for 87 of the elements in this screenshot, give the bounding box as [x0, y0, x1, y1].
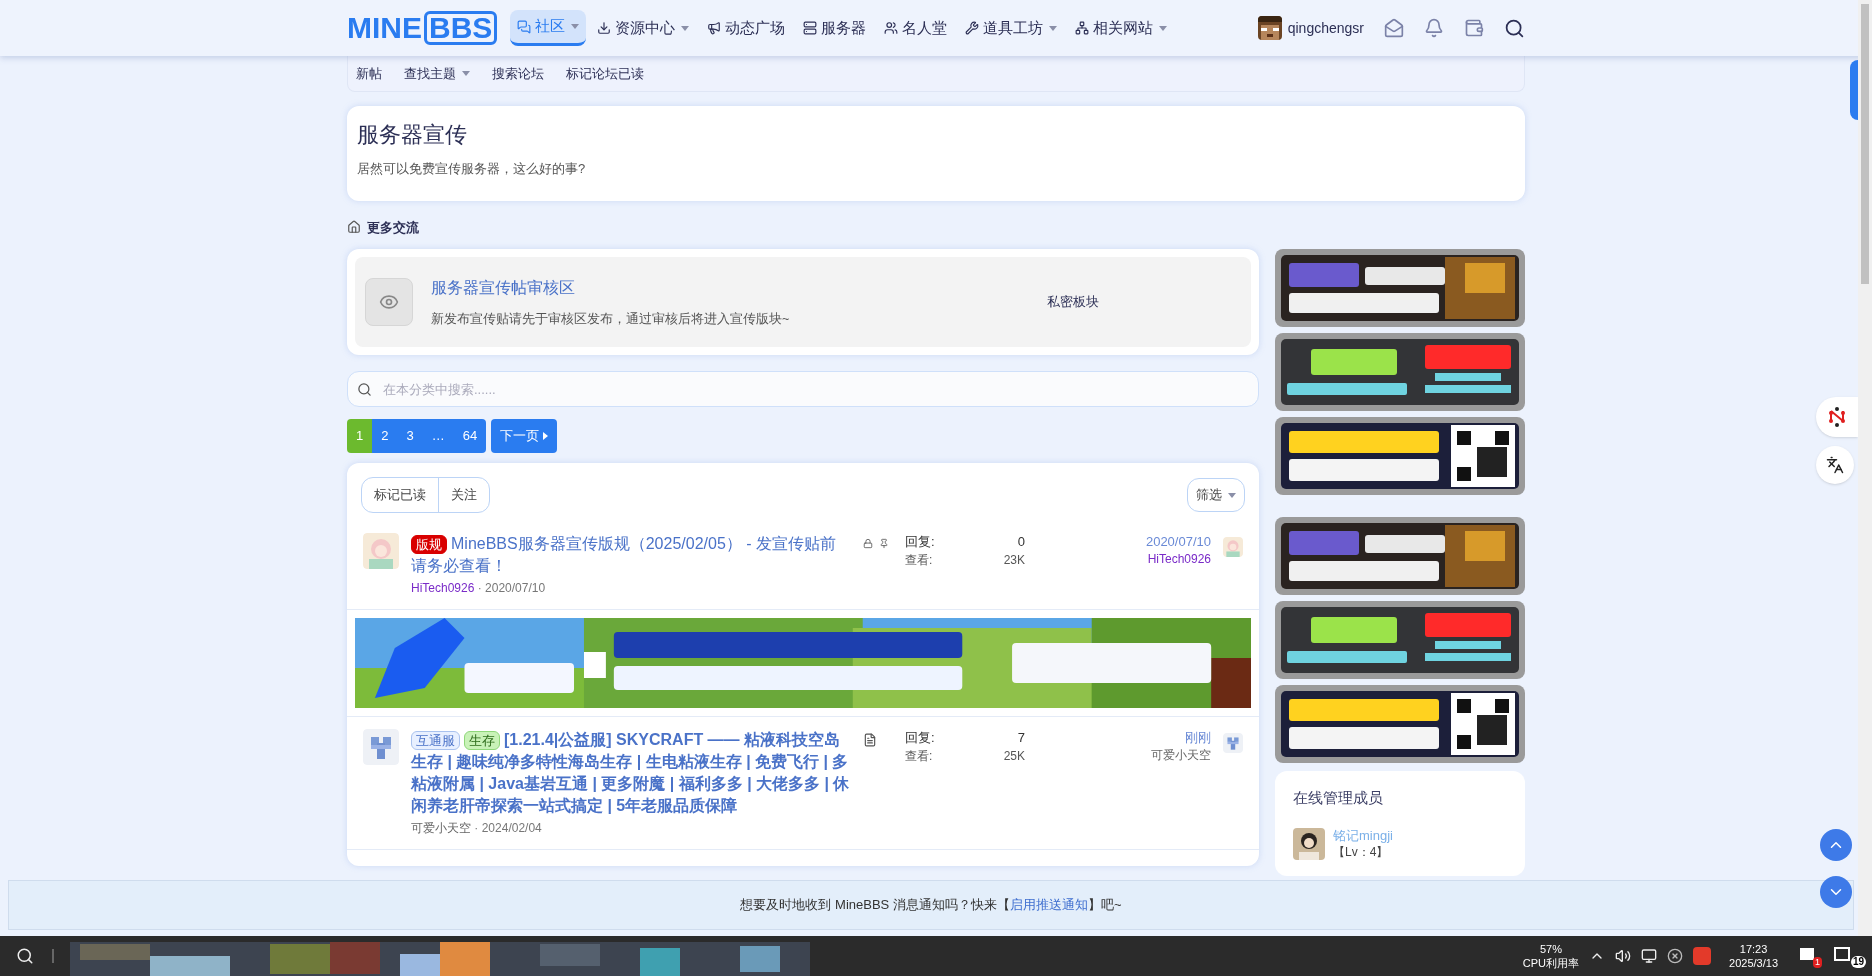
views-label: 查看:	[905, 748, 933, 765]
last-poster-name[interactable]: 可爱小天空	[1151, 747, 1211, 763]
tools-icon	[965, 21, 980, 35]
close-circle-icon[interactable]	[1667, 948, 1684, 964]
subnav-link[interactable]: 新帖	[356, 63, 382, 84]
subforum-description: 新发布宣传贴请先于审核区发布，通过审核后将进入宣传版块~	[431, 310, 791, 328]
network-icon[interactable]	[1641, 948, 1658, 964]
side-widget-icon[interactable]	[1850, 60, 1858, 120]
pin-icon	[879, 537, 889, 550]
replies-count: 7	[1017, 729, 1025, 747]
document-icon	[863, 733, 877, 747]
message-badge: 19	[1850, 956, 1866, 968]
nav-tab[interactable]: 道具工坊	[958, 10, 1065, 46]
speaker-icon[interactable]	[1615, 948, 1632, 964]
next-page-button[interactable]: 下一页	[491, 419, 558, 453]
translate-icon	[1826, 456, 1844, 474]
breadcrumb-link[interactable]: 更多交流	[367, 217, 419, 237]
scroll-up-button[interactable]	[1820, 829, 1852, 861]
subnav-link[interactable]: 标记论坛已读	[566, 63, 644, 84]
nav-tab[interactable]: 相关网站	[1068, 10, 1175, 46]
thread-title-link[interactable]: 互通服 生存 [1.21.4|公益服] SKYCRAFT —— 粘液科技空岛生存 | 趣味纯净多特性海岛生存 | 生电粘液生存 | 免费飞行 | 多粘液附属 | Java基岩互通 | 更多附魔 | 福利多多 | 大佬多多 | 休闲养老肝帝探索一站式搞定 | 5年老服品质保障	[411, 729, 851, 817]
sitemap-icon	[1075, 21, 1090, 35]
page-link[interactable]: …	[422, 419, 454, 453]
network-graph-button[interactable]	[1816, 397, 1858, 437]
forum-title: 服务器宣传	[357, 121, 468, 149]
home-icon[interactable]	[347, 220, 361, 235]
download-icon	[597, 21, 612, 35]
inbox-icon[interactable]	[1384, 18, 1404, 38]
search-icon	[357, 382, 372, 397]
last-poster-name[interactable]: HiTech0926	[1147, 551, 1211, 567]
subnav-link[interactable]: 搜索论坛	[492, 63, 544, 84]
views-count: 25K	[1003, 748, 1025, 765]
forum-description: 居然可以免费宣传服务器，这么好的事?	[357, 160, 587, 178]
scrollbar-thumb[interactable]	[1861, 4, 1869, 284]
eye-icon	[365, 278, 413, 326]
views-count: 23K	[1003, 552, 1025, 569]
alert-badge: 1	[1813, 957, 1822, 968]
notification-text: 想要及时地收到 MineBBS 消息通知吗？快来【启用推送通知】吧~	[740, 896, 1122, 915]
thread-meta: 可爱小天空 · 2024/02/04	[411, 820, 543, 837]
caret-icon	[1228, 492, 1236, 498]
caret-icon	[543, 432, 549, 440]
nav-tab[interactable]: 动态广场	[700, 10, 793, 46]
staff-card-title: 在线管理成员	[1293, 788, 1384, 808]
avatar-icon[interactable]	[1257, 16, 1282, 40]
cpu-label: CPU利用率	[1522, 956, 1580, 970]
list-action-button[interactable]: 标记已读	[362, 478, 438, 512]
clock-time: 17:23	[1739, 942, 1768, 956]
page-link[interactable]: 2	[372, 419, 398, 453]
search-icon[interactable]	[1504, 17, 1525, 39]
cpu-usage: 57%	[1539, 942, 1562, 956]
subforum-status: 私密板块	[1047, 293, 1099, 312]
lock-icon	[863, 537, 873, 550]
search-field[interactable]: 在本分类中搜索......	[347, 371, 1259, 407]
wallet-icon[interactable]	[1464, 18, 1484, 38]
enable-push-link[interactable]: 启用推送通知	[1009, 897, 1088, 913]
users-icon	[884, 21, 899, 35]
views-label: 查看:	[905, 552, 933, 569]
site-logo[interactable]: MINE BBS	[347, 11, 498, 45]
replies-label: 回复:	[905, 729, 935, 747]
bell-icon[interactable]	[1424, 18, 1444, 38]
subforum-title-link[interactable]: 服务器宣传帖审核区	[431, 275, 951, 300]
translate-button[interactable]	[1816, 446, 1854, 484]
nav-tab[interactable]: 服务器	[796, 10, 874, 46]
network-graph-icon	[1827, 407, 1847, 427]
page-link[interactable]: 64	[453, 419, 487, 453]
nav-tab[interactable]: 名人堂	[877, 10, 955, 46]
avatar-icon[interactable]	[1293, 827, 1325, 860]
list-action-button[interactable]: 关注	[438, 478, 489, 512]
chat-icon	[517, 19, 532, 34]
filter-button[interactable]: 筛选	[1187, 478, 1245, 512]
scroll-down-button[interactable]	[1820, 876, 1852, 908]
thread-title-link[interactable]: 版规 MineBBS服务器宣传版规（2025/02/05） - 发宣传贴前请务必查看！	[411, 533, 851, 577]
last-post-time[interactable]: 2020/07/10	[1145, 533, 1211, 551]
subnav-link[interactable]: 查找主题	[404, 63, 470, 84]
server-icon	[803, 21, 818, 35]
nav-tab[interactable]: 资源中心	[590, 10, 697, 46]
last-post-time[interactable]: 刚刚	[1185, 729, 1211, 747]
replies-count: 0	[1017, 533, 1025, 551]
subforum-row[interactable]: 服务器宣传帖审核区 新发布宣传贴请先于审核区发布，通过审核后将进入宣传版块~ 私密板块	[355, 257, 1251, 347]
megaphone-icon	[707, 21, 722, 35]
page-link[interactable]: 3	[397, 419, 423, 453]
thread-meta: HiTech0926 · 2020/07/10	[411, 580, 547, 597]
username-link[interactable]: qingchengsr	[1287, 17, 1364, 39]
search-icon[interactable]	[16, 947, 34, 965]
clock-date: 2025/3/13	[1729, 956, 1778, 970]
replies-label: 回复:	[905, 533, 935, 551]
staff-level: 【Lv：4】	[1333, 843, 1390, 860]
